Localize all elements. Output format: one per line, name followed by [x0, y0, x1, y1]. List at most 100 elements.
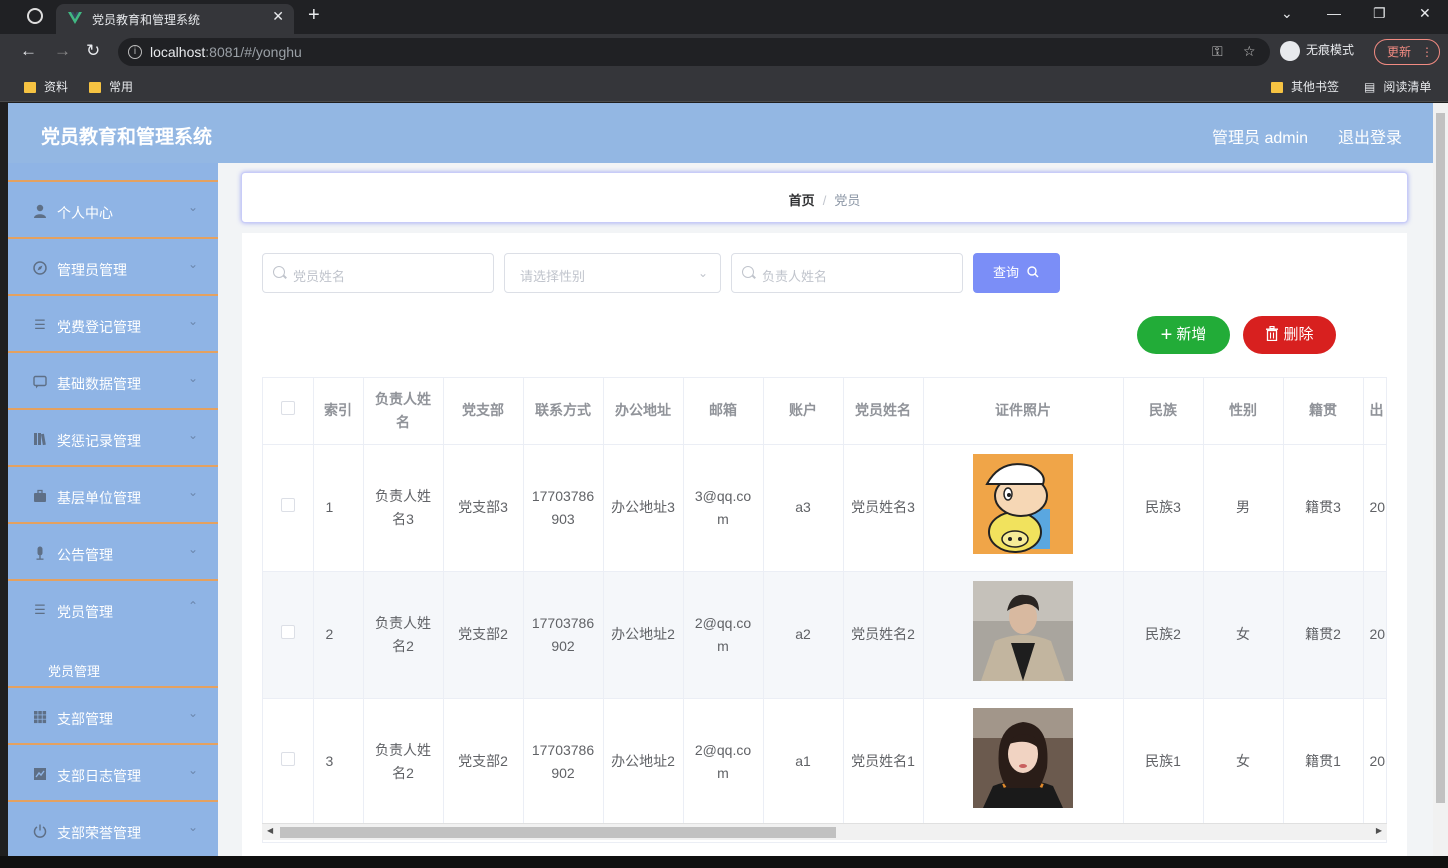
table-row[interactable]: 3 负责人姓名2 党支部2 17703786902 办公地址2 2@qq.com… [263, 698, 1386, 826]
cell-photo [923, 444, 1124, 572]
main-content: 首页 / 党员 党员姓名 请选择性别 ⌄ 负责人姓名 查询 + 新增 删除 索引… [218, 163, 1440, 856]
woman-photo[interactable] [973, 708, 1073, 808]
table-horizontal-scrollbar[interactable]: ◀ ▶ [262, 823, 1387, 840]
cell-name: 党员姓名2 [843, 571, 924, 699]
sidebar-item-branch[interactable]: 支部管理 ⌄ [8, 686, 218, 743]
cell-address: 办公地址2 [603, 698, 684, 826]
cell-origin: 籍贯3 [1283, 444, 1364, 572]
sidebar-item-notice[interactable]: 公告管理 ⌄ [8, 522, 218, 579]
tab-close-icon[interactable]: ✕ [272, 8, 284, 25]
select-all-checkbox[interactable] [280, 401, 295, 416]
bookmark-folder[interactable]: 资料 [24, 78, 68, 95]
scrollbar-thumb[interactable] [1436, 113, 1445, 803]
logout-link[interactable]: 退出登录 [1338, 124, 1402, 148]
breadcrumb: 首页 / 党员 [242, 190, 1407, 209]
sidebar-item-member[interactable]: ☰ 党员管理 ⌃ [8, 579, 218, 636]
tab-search-chevron-icon[interactable]: ⌄ [1281, 5, 1293, 22]
table-row[interactable]: 2 负责人姓名2 党支部2 17703786902 办公地址2 2@qq.com… [263, 571, 1386, 699]
chevron-up-icon: ⌃ [187, 599, 198, 613]
chevron-down-icon: ⌄ [697, 266, 708, 280]
search-icon [1026, 266, 1039, 278]
breadcrumb-separator: / [822, 193, 827, 208]
globe-icon[interactable] [27, 8, 43, 24]
cell-email: 3@qq.com [683, 444, 764, 572]
cell-gender: 女 [1203, 571, 1284, 699]
cell-account: a1 [763, 698, 844, 826]
cell-account: a2 [763, 571, 844, 699]
cartoon-photo[interactable] [973, 454, 1073, 554]
reading-list[interactable]: ▤ 阅读清单 [1364, 78, 1431, 95]
scroll-right-icon[interactable]: ▶ [1376, 826, 1382, 835]
update-button[interactable]: 更新 ⋮ [1374, 39, 1440, 65]
row-select-cell [263, 444, 314, 572]
breadcrumb-home[interactable]: 首页 [789, 193, 815, 208]
chevron-down-icon: ⌄ [187, 428, 198, 442]
scroll-left-icon[interactable]: ◀ [267, 826, 273, 835]
star-icon[interactable]: ☆ [1243, 43, 1256, 60]
browser-tab-active[interactable]: 党员教育和管理系统 ✕ [56, 4, 294, 34]
restore-icon[interactable]: ❐ [1373, 5, 1386, 22]
chevron-down-icon: ⌄ [187, 485, 198, 499]
info-icon[interactable]: i [128, 45, 142, 59]
browser-tabbar: 党员教育和管理系统 ✕ + ⌄ — ❐ ✕ [0, 0, 1448, 34]
leader-name-input[interactable]: 负责人姓名 [731, 253, 963, 293]
sidebar-item-unit[interactable]: 基层单位管理 ⌄ [8, 465, 218, 522]
delete-button[interactable]: 删除 [1243, 316, 1336, 354]
cell-ethnic: 民族1 [1123, 698, 1204, 826]
query-button[interactable]: 查询 [973, 253, 1060, 293]
window-close-icon[interactable]: ✕ [1419, 5, 1431, 22]
incognito-indicator[interactable]: 无痕模式 [1280, 41, 1354, 61]
man-photo[interactable] [973, 581, 1073, 681]
cell-branch: 党支部2 [443, 571, 524, 699]
chevron-down-icon: ⌄ [187, 763, 198, 777]
row-select-cell [263, 698, 314, 826]
address-bar[interactable]: i localhost:8081/#/yonghu ⚿ ☆ [118, 38, 1270, 66]
cell-phone: 17703786903 [523, 444, 604, 572]
sidebar-item-honor[interactable]: 支部荣誉管理 ⌄ [8, 800, 218, 856]
back-arrow-icon[interactable]: ← [20, 41, 37, 61]
minimize-icon[interactable]: — [1327, 5, 1341, 21]
cell-ethnic: 民族2 [1123, 571, 1204, 699]
key-icon[interactable]: ⚿ [1212, 43, 1223, 60]
sidebar-item-personal-center[interactable]: 个人中心 ⌄ [8, 180, 218, 237]
sidebar-item-branch-log[interactable]: 支部日志管理 ⌄ [8, 743, 218, 800]
scrollbar-thumb[interactable] [280, 827, 836, 838]
sidebar-item-reward[interactable]: 奖惩记录管理 ⌄ [8, 408, 218, 465]
row-checkbox[interactable] [280, 498, 295, 512]
more-menu-icon: ⋮ [1421, 45, 1434, 59]
forward-arrow-icon[interactable]: → [54, 41, 71, 61]
page-vertical-scrollbar[interactable] [1433, 103, 1448, 856]
submenu-item-member[interactable]: 党员管理 [8, 649, 218, 687]
sidebar: 个人中心 ⌄ 管理员管理 ⌄ ☰ 党费登记管理 ⌄ 基础数据管理 ⌄ 奖惩记录管… [8, 163, 218, 856]
row-checkbox[interactable] [280, 752, 295, 766]
bookmark-folder[interactable]: 常用 [89, 78, 133, 95]
chevron-down-icon: ⌄ [187, 257, 198, 271]
gender-select[interactable]: 请选择性别 ⌄ [504, 253, 721, 293]
column-header: 党支部 [443, 378, 524, 445]
sidebar-item-admin[interactable]: 管理员管理 ⌄ [8, 237, 218, 294]
table-row[interactable]: 1 负责人姓名3 党支部3 17703786903 办公地址3 3@qq.com… [263, 444, 1386, 572]
column-header: 办公地址 [603, 378, 684, 445]
app-viewport: 党员教育和管理系统 管理员 admin 退出登录 个人中心 ⌄ 管理员管理 ⌄ … [8, 103, 1440, 856]
column-header: 账户 [763, 378, 844, 445]
add-button[interactable]: + 新增 [1137, 316, 1230, 354]
row-checkbox[interactable] [280, 625, 295, 639]
column-header: 负责人姓名 [363, 378, 444, 445]
new-tab-icon[interactable]: + [308, 4, 320, 27]
cell-address: 办公地址2 [603, 571, 684, 699]
cell-branch: 党支部2 [443, 698, 524, 826]
member-name-input[interactable]: 党员姓名 [262, 253, 494, 293]
cell-leader: 负责人姓名2 [363, 571, 444, 699]
bookmark-other[interactable]: 其他书签 [1271, 78, 1339, 95]
reading-list-icon: ▤ [1364, 80, 1376, 94]
browser-toolbar: ← → ↻ i localhost:8081/#/yonghu ⚿ ☆ 无痕模式… [0, 34, 1448, 70]
folder-icon [89, 82, 101, 94]
column-header: 籍贯 [1283, 378, 1364, 445]
sidebar-item-fee[interactable]: ☰ 党费登记管理 ⌄ [8, 294, 218, 351]
cell-branch: 党支部3 [443, 444, 524, 572]
user-icon [33, 204, 47, 218]
sidebar-item-base-data[interactable]: 基础数据管理 ⌄ [8, 351, 218, 408]
reload-icon[interactable]: ↻ [86, 41, 100, 61]
mic-icon [33, 546, 47, 560]
cell-gender: 男 [1203, 444, 1284, 572]
